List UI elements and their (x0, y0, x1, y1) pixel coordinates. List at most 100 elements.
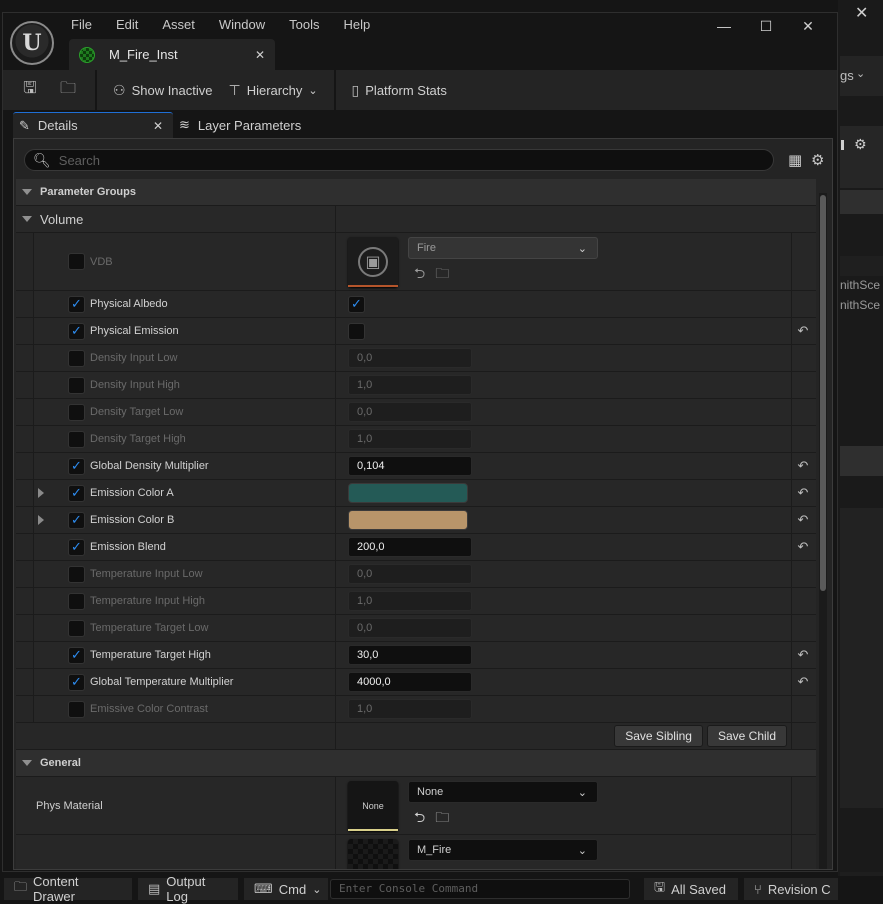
document-tab[interactable]: M_Fire_Inst ✕ (69, 39, 275, 70)
reset-to-default-icon[interactable]: ↶ (798, 323, 809, 339)
cmd-dropdown[interactable]: ⌨ Cmd ⌄ (244, 878, 328, 900)
param-value-field[interactable]: 1,0 (348, 375, 472, 395)
parent-material-thumbnail[interactable] (348, 839, 398, 869)
param-enable-checkbox[interactable]: ✓ (68, 484, 85, 502)
param-enable-checkbox[interactable]: ✓ (68, 322, 85, 340)
combo-value: Fire (417, 242, 436, 254)
expand-arrow-icon[interactable] (38, 515, 44, 525)
content-drawer-button[interactable]: 🗀 Content Drawer (4, 874, 132, 904)
close-tab-icon[interactable]: ✕ (255, 48, 265, 62)
category-general[interactable]: General (16, 750, 816, 777)
param-value-field[interactable]: 0,0 (348, 618, 472, 638)
browse-asset-icon[interactable]: 🗀 (435, 807, 449, 831)
reset-to-default-icon[interactable]: ↶ (798, 539, 809, 555)
gear-icon[interactable]: ⚙ (854, 136, 867, 153)
param-enable-checkbox[interactable] (68, 700, 85, 718)
param-value-field[interactable]: 0,104 (348, 456, 472, 476)
param-enable-checkbox[interactable] (68, 430, 85, 448)
category-parameter-groups[interactable]: Parameter Groups (16, 179, 816, 206)
param-value-field[interactable]: 0,0 (348, 564, 472, 584)
reset-to-default-icon[interactable]: ↶ (798, 512, 809, 528)
close-tab-icon[interactable]: ✕ (153, 119, 163, 133)
details-scrollbar[interactable] (819, 193, 827, 869)
save-child-button[interactable]: Save Child (706, 725, 787, 747)
menu-help[interactable]: Help (341, 17, 382, 33)
background-row (840, 190, 883, 214)
param-enable-checkbox[interactable]: ✓ (68, 538, 85, 556)
param-value-checkbox[interactable]: ✓ (348, 295, 365, 313)
reset-to-default-icon[interactable]: ↶ (798, 674, 809, 690)
chevron-down-icon: ⌄ (856, 68, 866, 80)
output-log-icon: ▤ (148, 881, 161, 896)
revision-control-button[interactable]: ⑂ Revision C (744, 878, 838, 900)
tab-layer-parameters[interactable]: ≋ Layer Parameters (179, 112, 301, 138)
save-button[interactable]: 🖫 (11, 70, 49, 110)
vdb-asset-thumbnail[interactable]: ▣ (348, 236, 398, 287)
save-sibling-button[interactable]: Save Sibling (614, 725, 703, 747)
param-value-field[interactable]: 30,0 (348, 645, 472, 665)
param-enable-checkbox[interactable] (68, 592, 85, 610)
reset-to-default-icon[interactable]: ↶ (798, 485, 809, 501)
group-volume[interactable]: Volume (16, 206, 816, 233)
settings-gear-icon[interactable]: ⚙ (811, 151, 824, 169)
scrollbar-thumb[interactable] (820, 195, 826, 591)
console-command-input[interactable] (331, 880, 629, 898)
unreal-logo-icon[interactable]: U (10, 21, 54, 65)
background-marker (841, 140, 844, 150)
all-saved-button[interactable]: 🖫 All Saved (644, 878, 738, 900)
expand-arrow-icon[interactable] (38, 488, 44, 498)
param-value-field[interactable]: 0,0 (348, 348, 472, 368)
phys-material-thumbnail[interactable]: None (348, 780, 398, 831)
use-selected-asset-icon[interactable]: ⮌ (414, 807, 425, 831)
color-swatch[interactable] (348, 483, 468, 503)
param-value-field[interactable]: 0,0 (348, 402, 472, 422)
param-enable-checkbox[interactable]: ✓ (68, 673, 85, 691)
param-enable-checkbox[interactable]: ✓ (68, 457, 85, 475)
show-inactive-button[interactable]: ⚇ Show Inactive (105, 70, 221, 110)
menu-edit[interactable]: Edit (114, 17, 150, 33)
browse-button[interactable]: 🗀 (49, 70, 87, 110)
browse-asset-icon[interactable]: 🗀 (435, 263, 449, 287)
reset-to-default-icon[interactable]: ↶ (798, 458, 809, 474)
parent-material-combo[interactable]: M_Fire ⌄ (408, 839, 598, 861)
param-enable-checkbox[interactable]: ✓ (68, 511, 85, 529)
color-swatch[interactable] (348, 510, 468, 530)
close-button[interactable]: ✕ (787, 15, 829, 37)
param-value-field[interactable]: 200,0 (348, 537, 472, 557)
revision-control-label: Revision C (767, 881, 831, 897)
param-enable-checkbox[interactable] (68, 403, 85, 421)
search-input[interactable] (58, 152, 739, 168)
param-value-field[interactable]: 1,0 (348, 591, 472, 611)
param-enable-checkbox[interactable] (68, 565, 85, 583)
menu-asset[interactable]: Asset (160, 17, 207, 33)
param-enable-checkbox[interactable] (68, 619, 85, 637)
maximize-button[interactable]: ☐ (745, 15, 787, 37)
param-name: Global Density Multiplier (90, 460, 209, 472)
main-editor-close-icon[interactable]: ✕ (855, 3, 868, 23)
background-row (840, 256, 883, 276)
minimize-button[interactable]: — (703, 15, 745, 37)
menu-window[interactable]: Window (217, 17, 277, 33)
save-buttons-row: Save Sibling Save Child (16, 723, 816, 750)
use-selected-asset-icon[interactable]: ⮌ (414, 263, 425, 287)
reset-to-default-icon[interactable]: ↶ (798, 647, 809, 663)
param-value-field[interactable]: 1,0 (348, 699, 472, 719)
param-value-field[interactable]: 4000,0 (348, 672, 472, 692)
platform-stats-button[interactable]: ▯ Platform Stats (344, 70, 455, 110)
vdb-asset-combo[interactable]: Fire ⌄ (408, 237, 598, 259)
param-enable-checkbox[interactable] (68, 349, 85, 367)
param-enable-checkbox[interactable]: ✓ (68, 295, 85, 313)
background-dropdown[interactable]: gs ⌄ (840, 56, 883, 96)
param-enable-checkbox[interactable]: ✓ (68, 646, 85, 664)
param-enable-checkbox[interactable] (68, 253, 85, 270)
param-value-field[interactable]: 1,0 (348, 429, 472, 449)
menu-tools[interactable]: Tools (287, 17, 331, 33)
menu-file[interactable]: File (69, 17, 104, 33)
param-value-checkbox[interactable] (348, 322, 365, 340)
param-enable-checkbox[interactable] (68, 376, 85, 394)
hierarchy-button[interactable]: ⊤ Hierarchy ⌄ (221, 70, 326, 110)
tab-details[interactable]: ✎ Details ✕ (13, 112, 173, 138)
output-log-button[interactable]: ▤ Output Log (138, 874, 238, 904)
table-view-icon[interactable]: ▦ (788, 151, 802, 169)
phys-material-combo[interactable]: None ⌄ (408, 781, 598, 803)
